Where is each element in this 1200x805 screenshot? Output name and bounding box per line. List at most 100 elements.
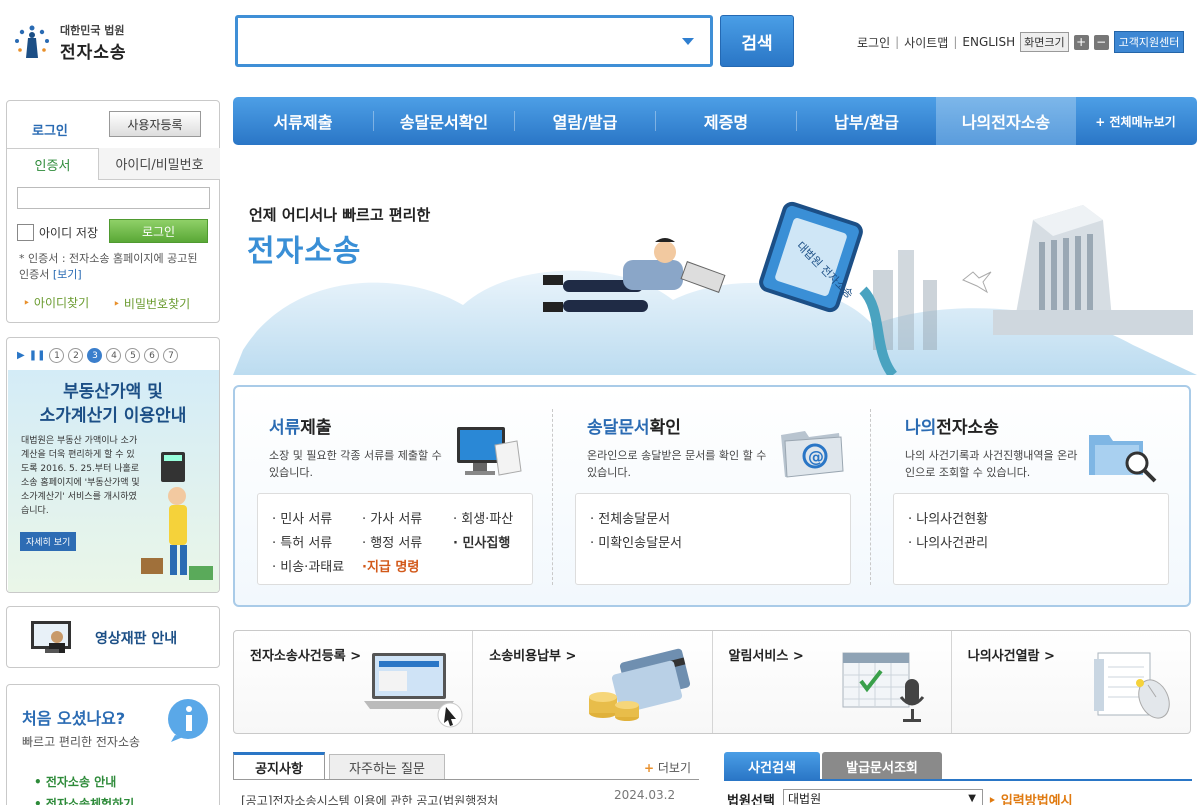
submit-execution-link[interactable]: · 민사집행	[453, 532, 510, 551]
video-monitor-icon	[31, 621, 71, 653]
first-visit-subtitle: 빠르고 편리한 전자소송	[22, 735, 141, 749]
quick-case-register-label: 전자소송사건등록 >	[250, 649, 362, 664]
video-trial-box[interactable]: 영상재판 안내	[6, 606, 220, 668]
service-my-desc: 나의 사건기록과 사건진행내역을 온라인으로 조회할 수 있습니다.	[905, 449, 1078, 479]
nav-item-my-ecase[interactable]: 나의전자소송	[936, 97, 1076, 145]
service-submit-title[interactable]: 서류제출	[269, 413, 332, 438]
certificate-note-text: * 인증서 : 전자소송 홈페이지에 공고된 인증서	[19, 252, 198, 281]
nav-item-payment[interactable]: 납부/환급	[797, 97, 936, 145]
bullet-icon: ‣	[113, 297, 121, 311]
tab-faq[interactable]: 자주하는 질문	[329, 754, 445, 780]
find-password-link[interactable]: ‣ 비밀번호찾기	[113, 294, 193, 314]
folder-search-icon	[1089, 435, 1157, 483]
notice-list-item[interactable]: [공고]전자소송시스템 이용에 관한 공고(법원행정처	[241, 792, 586, 805]
certificate-view-link[interactable]: [보기]	[53, 268, 82, 281]
register-button[interactable]: 사용자등록	[109, 111, 201, 137]
find-password-label: 비밀번호찾기	[123, 297, 191, 311]
support-center-button[interactable]: 고객지원센터	[1113, 31, 1185, 53]
banner-title-line1: 부동산가액 및	[63, 382, 163, 402]
court-select[interactable]: 대법원 ▼	[783, 789, 983, 805]
tab-case-search[interactable]: 사건검색	[724, 752, 820, 780]
quick-my-case-view-label: 나의사건열람 >	[967, 649, 1055, 664]
util-sitemap-link[interactable]: 사이트맵	[904, 34, 948, 51]
service-submit: 서류제출 소장 및 필요한 각종 서류를 제출할 수 있습니다. · 민사 서류…	[235, 387, 553, 605]
save-id-checkbox[interactable]	[17, 224, 34, 241]
service-submit-list: · 민사 서류 · 가사 서류 · 회생·파산 · 특허 서류 · 행정 서류 …	[257, 493, 533, 585]
submit-family-link[interactable]: · 가사 서류	[362, 508, 422, 527]
banner-page-6[interactable]: 6	[144, 348, 160, 363]
banner-page-3[interactable]: 3	[87, 348, 103, 363]
nav-item-certificate[interactable]: 제증명	[656, 97, 796, 145]
court-logo[interactable]: 대한민국 법원 전자소송	[10, 18, 145, 66]
banner-more-button[interactable]: 자세히 보기	[20, 532, 77, 551]
banner-title-line2: 소가계산기 이용안내	[39, 406, 187, 426]
pause-icon[interactable]: ❚❚	[29, 350, 46, 361]
submit-patent-link[interactable]: · 특허 서류	[272, 532, 332, 551]
play-icon[interactable]: ▶	[17, 350, 25, 361]
submit-civil-link[interactable]: · 민사 서류	[272, 508, 332, 527]
banner-controls: ▶ ❚❚ 1 2 3 4 5 6 7	[17, 348, 179, 363]
nav-all-menu[interactable]: + 전체메뉴보기	[1076, 97, 1195, 145]
monitor-document-icon	[457, 427, 522, 476]
hero-banner: 대법원 전자소송 언제 어디서나 빠르고 편리한 전자소송	[233, 150, 1197, 375]
delivery-all-link[interactable]: · 전체송달문서	[590, 508, 670, 527]
tab-certificate[interactable]: 인증서	[7, 148, 99, 180]
certificate-field[interactable]	[17, 187, 210, 209]
bullet-icon: ‣	[23, 296, 31, 310]
certificate-note: * 인증서 : 전자소송 홈페이지에 공고된 인증서 [보기]	[19, 251, 209, 283]
service-submit-title-rest: 제출	[300, 418, 332, 438]
search-input[interactable]	[238, 18, 658, 62]
tab-notice[interactable]: 공지사항	[233, 752, 325, 780]
search-button[interactable]: 검색	[720, 15, 794, 67]
zoom-out-button[interactable]: −	[1093, 34, 1109, 50]
quick-notification-label: 알림서비스 >	[728, 649, 804, 664]
find-id-link[interactable]: ‣ 아이디찾기	[23, 294, 89, 311]
util-separator: |	[953, 35, 958, 49]
hero-illustration: 대법원 전자소송	[233, 201, 1197, 375]
bullet-icon: ‣	[988, 794, 997, 805]
quick-notification-service[interactable]: 알림서비스 >	[713, 631, 952, 733]
submit-admin-link[interactable]: · 행정 서류	[362, 532, 422, 551]
tab-id-password[interactable]: 아이디/비밀번호	[99, 148, 220, 180]
tab-issued-doc-search[interactable]: 발급문서조회	[822, 752, 942, 780]
util-login-link[interactable]: 로그인	[857, 34, 890, 51]
service-delivery-title[interactable]: 송달문서확인	[587, 413, 681, 438]
ecase-guide-link[interactable]: • 전자소송 안내	[34, 773, 116, 790]
submit-payment-order-link[interactable]: ·지급 명령	[362, 556, 419, 575]
quick-fee-payment-label: 소송비용납부 >	[489, 649, 577, 664]
info-bubble-icon	[168, 699, 208, 742]
quick-links: 전자소송사건등록 > 소송비용납부 > 알림서비스 > 나의사건열람 >	[233, 630, 1191, 734]
quick-my-case-view[interactable]: 나의사건열람 >	[952, 631, 1190, 733]
quick-case-register[interactable]: 전자소송사건등록 >	[234, 631, 474, 733]
promo-banner[interactable]: ▶ ❚❚ 1 2 3 4 5 6 7 부동산가액 및 소가계산기 이용안내 대법…	[6, 337, 220, 593]
input-example-link[interactable]: ‣ 입력방법예시	[988, 790, 1073, 805]
banner-page-5[interactable]: 5	[125, 348, 141, 363]
nav-item-submit[interactable]: 서류제출	[233, 97, 373, 145]
submit-noncontentious-link[interactable]: · 비송·과태료	[272, 556, 344, 575]
credit-card-coins-icon	[589, 648, 691, 721]
quick-fee-payment[interactable]: 소송비용납부 >	[473, 631, 713, 733]
my-case-status-link[interactable]: · 나의사건현황	[908, 508, 988, 527]
svg-text:@: @	[808, 447, 824, 466]
banner-page-2[interactable]: 2	[68, 348, 84, 363]
util-english-link[interactable]: ENGLISH	[962, 35, 1015, 49]
banner-page-1[interactable]: 1	[49, 348, 65, 363]
delivery-unread-link[interactable]: · 미확인송달문서	[590, 532, 682, 551]
notice-more-label: 더보기	[657, 761, 692, 775]
my-case-manage-link[interactable]: · 나의사건관리	[908, 532, 988, 551]
save-id-label: 아이디 저장	[39, 226, 99, 240]
banner-page-4[interactable]: 4	[106, 348, 122, 363]
service-my-title[interactable]: 나의전자소송	[905, 413, 999, 438]
nav-item-delivery[interactable]: 송달문서확인	[374, 97, 514, 145]
service-my-title-rest: 전자소송	[936, 418, 999, 438]
banner-page-7[interactable]: 7	[163, 348, 179, 363]
ecase-trial-link[interactable]: • 전자소송체험하기	[34, 795, 134, 805]
service-delivery-desc: 온라인으로 송달받은 문서를 확인 할 수 있습니다.	[587, 449, 767, 479]
login-button[interactable]: 로그인	[109, 219, 208, 243]
submit-bankruptcy-link[interactable]: · 회생·파산	[453, 508, 513, 527]
nav-item-view-issue[interactable]: 열람/발급	[515, 97, 655, 145]
search-dropdown-arrow-icon[interactable]	[682, 38, 694, 45]
zoom-in-button[interactable]: +	[1073, 34, 1089, 50]
notice-more-link[interactable]: + 더보기	[644, 759, 691, 776]
service-delivery: 송달문서확인 온라인으로 송달받은 문서를 확인 할 수 있습니다. @ · 전…	[553, 387, 871, 605]
